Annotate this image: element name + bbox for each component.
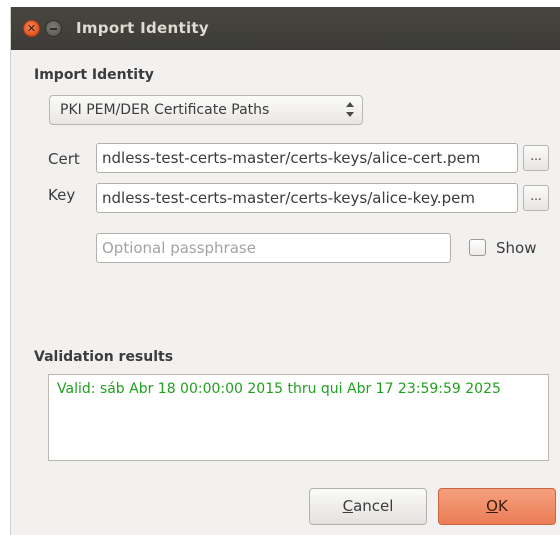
- ok-label-rest: K: [497, 497, 508, 515]
- ok-button[interactable]: OK: [438, 488, 556, 525]
- window-title: Import Identity: [76, 19, 209, 37]
- cancel-label-rest: ancel: [353, 497, 394, 515]
- key-path-field[interactable]: ndless-test-certs-master/certs-keys/alic…: [96, 183, 518, 213]
- ok-mnemonic: O: [486, 497, 498, 515]
- validation-results-text: Valid: sáb Abr 18 00:00:00 2015 thru qui…: [57, 381, 501, 397]
- cert-label: Cert: [48, 150, 80, 168]
- key-browse-button[interactable]: ...: [523, 185, 549, 211]
- minimize-window-button[interactable]: [45, 20, 62, 37]
- cert-browse-button[interactable]: ...: [523, 145, 549, 171]
- up-down-arrows-icon: [346, 101, 354, 119]
- validation-results-box: Valid: sáb Abr 18 00:00:00 2015 thru qui…: [48, 374, 549, 461]
- cert-path-field[interactable]: ndless-test-certs-master/certs-keys/alic…: [96, 143, 518, 173]
- import-identity-heading: Import Identity: [34, 67, 154, 83]
- identity-type-value: PKI PEM/DER Certificate Paths: [60, 102, 270, 118]
- validation-results-heading: Validation results: [34, 349, 174, 365]
- identity-type-select[interactable]: PKI PEM/DER Certificate Paths: [49, 95, 363, 125]
- cancel-mnemonic: C: [342, 497, 354, 515]
- key-label: Key: [48, 186, 76, 204]
- show-checkbox-label[interactable]: Show: [496, 239, 536, 257]
- close-icon: ✕: [26, 22, 37, 35]
- close-window-button[interactable]: ✕: [23, 20, 40, 37]
- title-bar: ✕ Import Identity: [11, 7, 560, 50]
- cancel-button[interactable]: Cancel: [309, 488, 427, 525]
- show-passphrase-checkbox[interactable]: [469, 239, 486, 256]
- passphrase-input[interactable]: Optional passphrase: [96, 233, 451, 263]
- import-identity-dialog: ✕ Import Identity Import Identity PKI PE…: [10, 7, 560, 535]
